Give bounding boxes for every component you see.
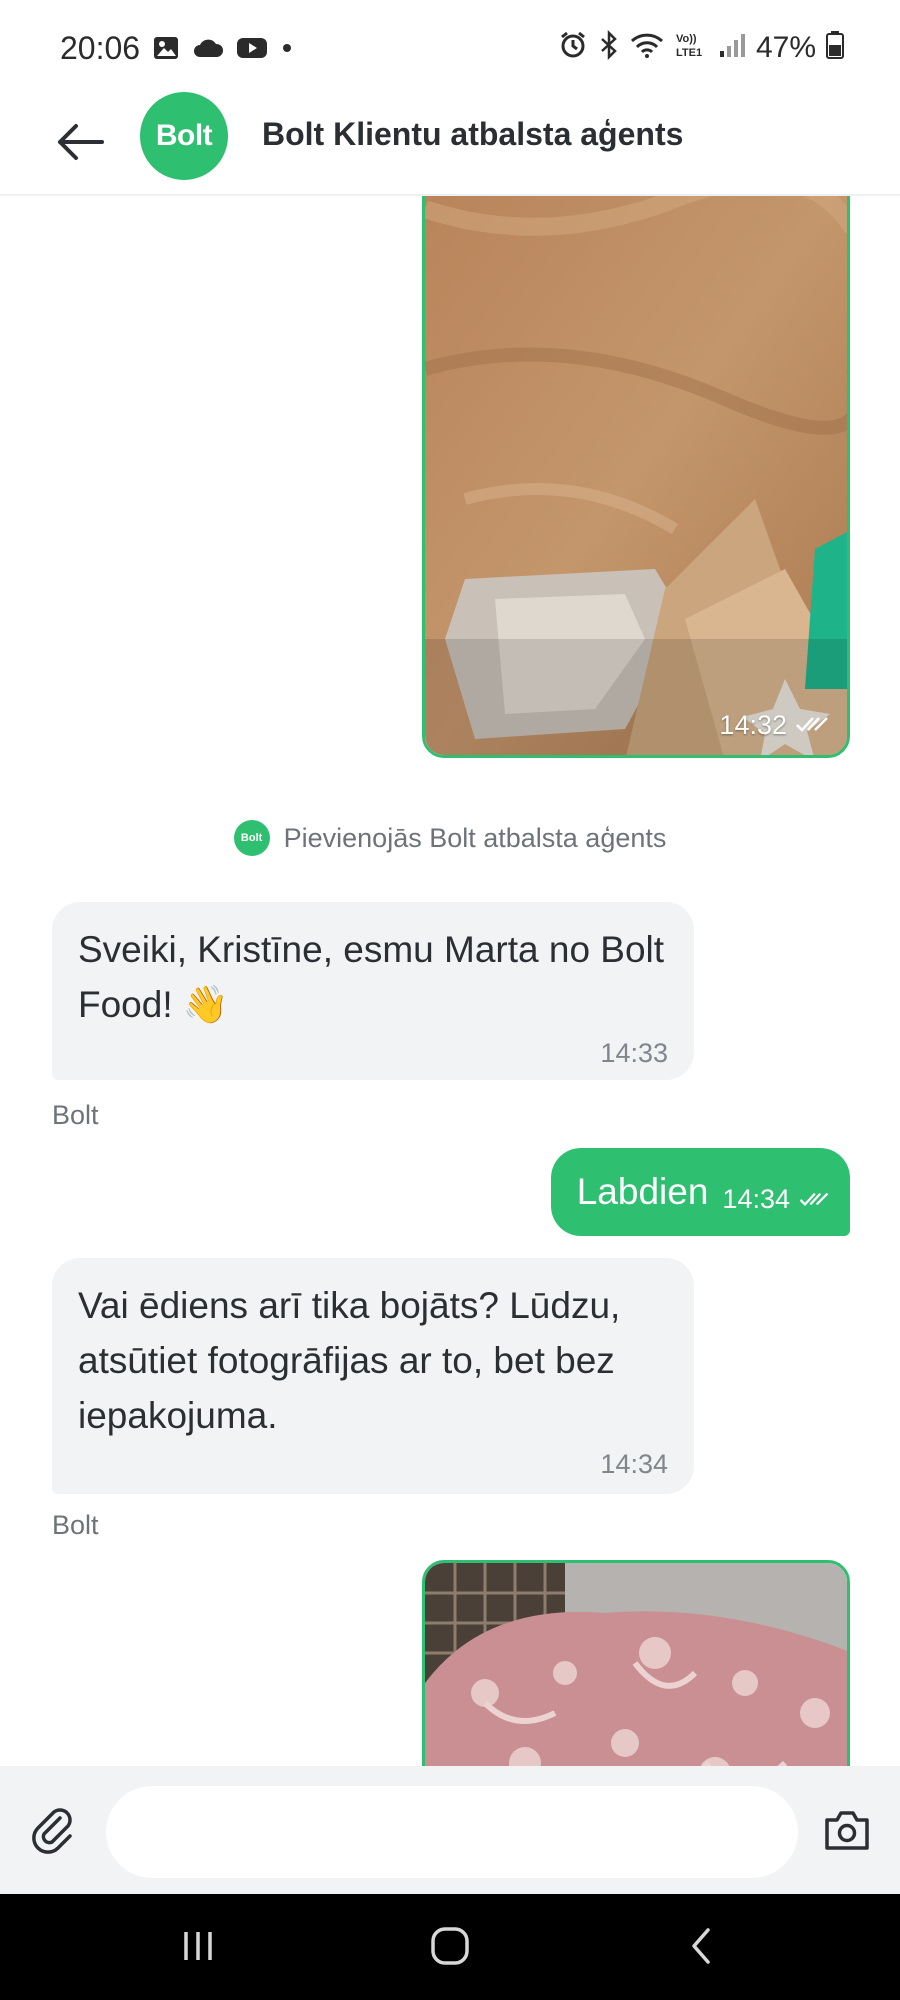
paperclip-icon [30, 1806, 78, 1859]
bluetooth-icon [598, 29, 620, 65]
camera-icon [823, 1808, 871, 1857]
system-nav-bar [0, 1894, 900, 2000]
message-composer [0, 1766, 900, 1894]
chat-header: Bolt Bolt Klientu atbalsta aģents [0, 92, 900, 196]
chat-messages: 14:32 Bolt Pievienojās Bolt atbalsta aģe… [0, 196, 900, 1766]
gallery-icon [152, 34, 180, 67]
svg-text:LTE1: LTE1 [676, 47, 702, 59]
alarm-icon [558, 30, 588, 65]
system-note-text: Pievienojās Bolt atbalsta aģents [283, 822, 667, 853]
image-message[interactable]: 14:32 [422, 196, 850, 758]
message-input[interactable] [106, 1786, 798, 1878]
photo-thumbnail [425, 196, 847, 755]
system-note: Bolt Pievienojās Bolt atbalsta aģents [0, 820, 900, 856]
incoming-message: Sveiki, Kristīne, esmu Marta no Bolt Foo… [52, 902, 694, 1080]
bolt-logo-icon: Bolt [233, 820, 270, 856]
home-icon [428, 1924, 472, 1973]
back-button[interactable] [50, 114, 110, 174]
nav-back-button[interactable] [672, 1922, 732, 1974]
recent-apps-icon [178, 1926, 218, 1971]
message-time: 14:32 [719, 710, 829, 741]
message-time: 14:34 [600, 1449, 668, 1479]
battery-icon [826, 30, 844, 65]
message-text: Labdien [576, 1171, 709, 1212]
message-time: 14:34 [722, 1184, 830, 1215]
double-check-icon [795, 710, 829, 741]
outgoing-message: Labdien 14:34 [550, 1148, 850, 1236]
camera-button[interactable] [820, 1806, 874, 1858]
avatar: Bolt [140, 92, 228, 180]
recent-apps-button[interactable] [168, 1922, 228, 1974]
arrow-left-icon [54, 122, 106, 167]
dot-icon [280, 41, 294, 60]
message-time: 14:33 [600, 1038, 668, 1068]
volte-icon: Vo)) LTE1 [674, 30, 708, 65]
message-text: Vai ēdiens arī tika bojāts? Lūdzu, atsūt… [78, 1285, 621, 1436]
cloud-icon [192, 36, 224, 65]
incoming-message: Vai ēdiens arī tika bojāts? Lūdzu, atsūt… [52, 1258, 694, 1494]
double-check-icon [798, 1184, 830, 1215]
message-text: Sveiki, Kristīne, esmu Marta no Bolt Foo… [78, 929, 665, 1025]
sender-label: Bolt [52, 1100, 99, 1130]
back-icon [684, 1926, 720, 1971]
svg-text:Vo)): Vo)) [676, 33, 697, 45]
page-title: Bolt Klientu atbalsta aģents [262, 116, 684, 152]
status-time: 20:06 [60, 30, 141, 66]
status-bar: 20:06 Vo)) LTE1 47% [0, 0, 900, 100]
youtube-icon [236, 36, 268, 65]
image-message[interactable] [422, 1560, 850, 1766]
home-button[interactable] [420, 1922, 480, 1974]
signal-icon [718, 31, 746, 64]
photo-thumbnail [425, 1563, 847, 1766]
attach-button[interactable] [28, 1806, 80, 1858]
sender-label: Bolt [52, 1510, 99, 1540]
battery-percentage: 47% [755, 30, 816, 64]
wifi-icon [630, 31, 664, 64]
